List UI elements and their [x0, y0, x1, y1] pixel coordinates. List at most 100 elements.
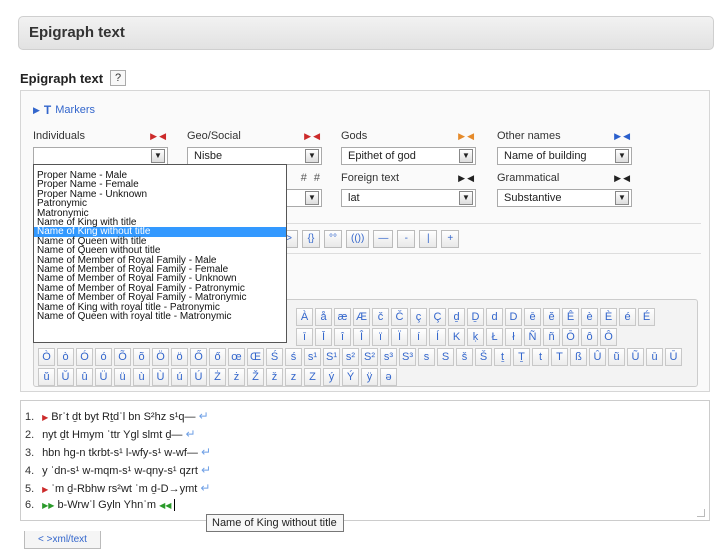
character-button[interactable]: Z	[304, 368, 321, 386]
character-button[interactable]: ē	[524, 308, 541, 326]
character-button[interactable]: z	[285, 368, 302, 386]
chevron-down-icon[interactable]: ▼	[615, 149, 629, 163]
character-button[interactable]: õ	[133, 348, 150, 366]
character-button[interactable]: ḏ	[448, 308, 465, 326]
character-button[interactable]: Õ	[114, 348, 131, 366]
toolbar-button[interactable]: (())	[346, 230, 370, 248]
chevron-down-icon[interactable]: ▼	[459, 149, 473, 163]
character-button[interactable]: S¹	[323, 348, 340, 366]
character-button[interactable]: ÿ	[361, 368, 378, 386]
character-button[interactable]: û	[76, 368, 93, 386]
character-button[interactable]: è	[581, 308, 598, 326]
character-button[interactable]: Ś	[266, 348, 283, 366]
character-button[interactable]: Š	[475, 348, 492, 366]
character-button[interactable]: À	[296, 308, 313, 326]
character-button[interactable]: ū	[646, 348, 663, 366]
character-button[interactable]: Ç	[429, 308, 446, 326]
epigraph-editor[interactable]: 1. ▶ Brʿt ḏt byt Rṯdʿl bn S²hz s¹q— ↵ 2.…	[20, 400, 710, 521]
character-button[interactable]: î	[334, 328, 351, 346]
xml-text-toggle-button[interactable]: < >xml/text	[24, 531, 101, 549]
other-names-marker-arrows-icon[interactable]: ▶◀	[614, 131, 632, 142]
character-button[interactable]: Ż	[209, 368, 226, 386]
grammatical-marker-arrows-icon[interactable]: ▶◀	[614, 173, 632, 184]
character-button[interactable]: Ñ	[524, 328, 541, 346]
character-button[interactable]: ũ	[608, 348, 625, 366]
character-button[interactable]: ù	[133, 368, 150, 386]
character-button[interactable]: Ł	[486, 328, 503, 346]
character-button[interactable]: Ò	[38, 348, 55, 366]
chevron-down-icon[interactable]: ▼	[615, 191, 629, 205]
character-button[interactable]: s²	[342, 348, 359, 366]
foreign-text-marker-arrows-icon[interactable]: ▶◀	[458, 173, 476, 184]
character-button[interactable]: Î	[353, 328, 370, 346]
character-button[interactable]: ñ	[543, 328, 560, 346]
editor-line[interactable]: 6. ▶▶ b-Wrwʿl Gyln Yhnʿm ◀◀	[25, 499, 176, 512]
character-button[interactable]: ĕ	[543, 308, 560, 326]
character-button[interactable]: ő	[209, 348, 226, 366]
individuals-select[interactable]: ▼	[33, 147, 168, 165]
character-button[interactable]: ô	[581, 328, 598, 346]
character-button[interactable]: é	[619, 308, 636, 326]
toolbar-button[interactable]: +	[441, 230, 460, 248]
character-button[interactable]: í	[410, 328, 427, 346]
character-button[interactable]: Æ	[353, 308, 370, 326]
toolbar-button[interactable]: {}	[302, 230, 320, 248]
dropdown-option[interactable]: Name of Queen with royal title - Matrony…	[34, 311, 286, 321]
hash-marker[interactable]: # #	[301, 172, 322, 184]
character-button[interactable]: ö	[171, 348, 188, 366]
character-button[interactable]: œ	[228, 348, 245, 366]
character-button[interactable]: d	[486, 308, 503, 326]
geo-social-marker-arrows-icon[interactable]: ▶◀	[304, 131, 322, 142]
character-button[interactable]: Ŭ	[57, 368, 74, 386]
character-button[interactable]: S³	[399, 348, 416, 366]
character-button[interactable]: Ū	[665, 348, 682, 366]
character-button[interactable]: ï	[372, 328, 389, 346]
editor-line[interactable]: 5. ▶ ʿm ḏ-Rbhw rs²wt ʿm ḏ-D→ymt ↵	[25, 481, 210, 495]
editor-line[interactable]: 4. y ʿdn-s¹ w-mqm-s¹ w-qny-s¹ qzrt ↵	[25, 463, 211, 477]
character-button[interactable]: ý	[323, 368, 340, 386]
character-button[interactable]: Û	[589, 348, 606, 366]
editor-line[interactable]: 2. nyt ḏt Hmym ʿttr Ygl slmt ḏ— ↵	[25, 427, 196, 441]
toolbar-button[interactable]: |	[419, 230, 438, 248]
chevron-down-icon[interactable]: ▼	[459, 191, 473, 205]
character-button[interactable]: È	[600, 308, 617, 326]
character-button[interactable]: ŭ	[38, 368, 55, 386]
character-button[interactable]: ž	[266, 368, 283, 386]
chevron-down-icon[interactable]: ▼	[151, 149, 165, 163]
help-button[interactable]: ?	[110, 70, 127, 86]
other-names-select[interactable]: Name of building ▼	[497, 147, 632, 165]
chevron-down-icon[interactable]: ▼	[305, 149, 319, 163]
character-button[interactable]: ú	[171, 368, 188, 386]
character-button[interactable]: s¹	[304, 348, 321, 366]
character-button[interactable]: ṯ	[494, 348, 511, 366]
chevron-down-icon[interactable]: ▼	[305, 191, 319, 205]
character-button[interactable]: Ý	[342, 368, 359, 386]
character-button[interactable]: Ö	[152, 348, 169, 366]
character-button[interactable]: D	[505, 308, 522, 326]
character-button[interactable]: S²	[361, 348, 378, 366]
editor-line[interactable]: 3. hbn hg-n tkrbt-s¹ l-wfy-s¹ w-wf— ↵	[25, 445, 211, 459]
character-button[interactable]: Ü	[95, 368, 112, 386]
grammatical-select[interactable]: Substantive ▼	[497, 189, 632, 207]
toolbar-button[interactable]: °°	[324, 230, 342, 248]
character-button[interactable]: ß	[570, 348, 587, 366]
character-button[interactable]: ḳ	[467, 328, 484, 346]
toolbar-button[interactable]: —	[373, 230, 394, 248]
editor-line[interactable]: 1. ▶ Brʿt ḏt byt Rṯdʿl bn S²hz s¹q— ↵	[25, 409, 209, 423]
character-button[interactable]: ü	[114, 368, 131, 386]
character-button[interactable]: s	[418, 348, 435, 366]
character-button[interactable]: Ő	[190, 348, 207, 366]
character-button[interactable]: Ú	[190, 368, 207, 386]
character-button[interactable]: ó	[95, 348, 112, 366]
character-button[interactable]: Ê	[562, 308, 579, 326]
resize-grip-icon[interactable]	[697, 509, 705, 517]
foreign-text-select[interactable]: lat ▼	[341, 189, 476, 207]
character-button[interactable]: ż	[228, 368, 245, 386]
character-button[interactable]: ś	[285, 348, 302, 366]
character-button[interactable]: Ù	[152, 368, 169, 386]
character-button[interactable]: Ḏ	[467, 308, 484, 326]
character-button[interactable]: Ũ	[627, 348, 644, 366]
character-button[interactable]: æ	[334, 308, 351, 326]
character-button[interactable]: å	[315, 308, 332, 326]
character-button[interactable]: É	[638, 308, 655, 326]
